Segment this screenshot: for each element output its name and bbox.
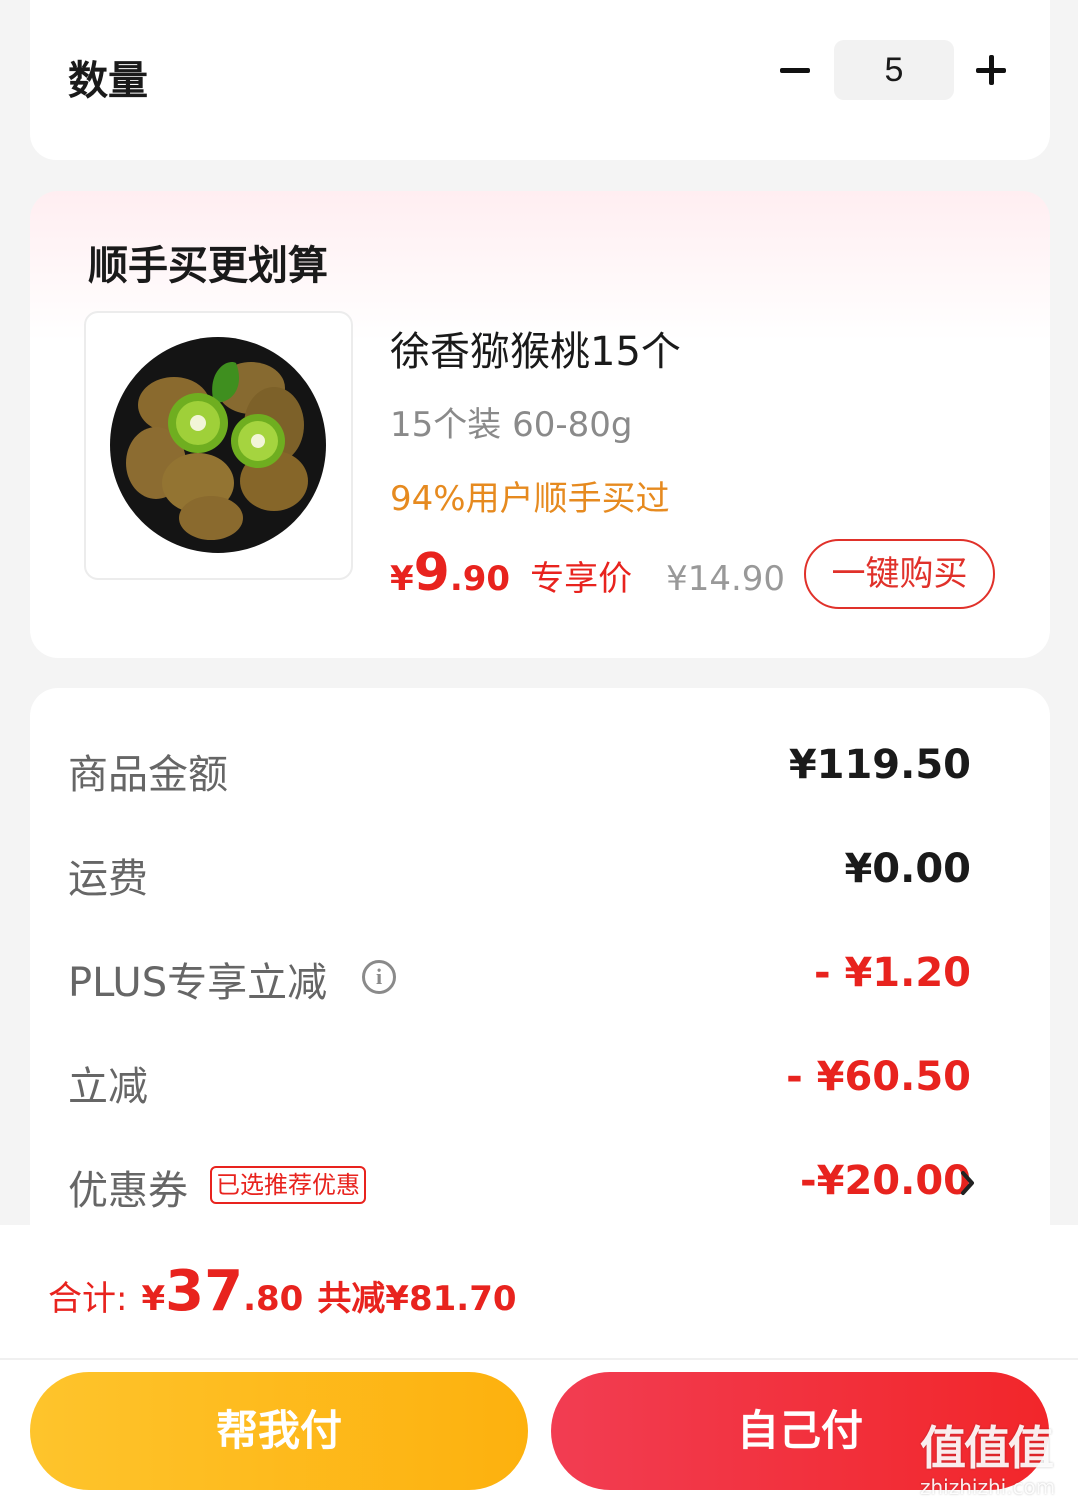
- quantity-value[interactable]: 5: [834, 40, 954, 100]
- total-saved: 共减¥81.70: [317, 1279, 517, 1319]
- quantity-label: 数量: [68, 58, 148, 104]
- watermark-main: 值值值: [920, 1421, 1054, 1475]
- price-row: ¥ 9 .90 专享价 ¥14.90: [390, 543, 785, 603]
- price-integer: 9: [413, 543, 450, 603]
- original-price: ¥14.90: [666, 559, 786, 599]
- watermark-url: zhizhizhi.com: [920, 1475, 1056, 1499]
- summary-row-goods: 商品金额 ¥119.50: [68, 742, 971, 802]
- total-row: 合计: ¥ 37 .80 共减¥81.70: [48, 1259, 517, 1324]
- summary-value: ¥119.50: [788, 742, 971, 788]
- social-proof: 94%用户顺手买过: [390, 479, 670, 519]
- summary-value: - ¥60.50: [786, 1054, 971, 1100]
- one-click-buy-button[interactable]: 一键购买: [804, 539, 995, 609]
- product-spec: 15个装 60-80g: [390, 405, 633, 445]
- summary-value: - ¥1.20: [813, 950, 971, 996]
- upsell-card: 顺手买更划算 徐香猕猴桃15个 15个装 60-80g 94%用户顺手买过 ¥ …: [30, 191, 1050, 658]
- chevron-right-icon[interactable]: [958, 1168, 978, 1198]
- info-icon[interactable]: i: [362, 960, 396, 994]
- minus-icon[interactable]: [778, 52, 814, 88]
- plus-icon[interactable]: [974, 52, 1010, 88]
- exclusive-price-tag: 专享价: [530, 559, 633, 599]
- summary-label: 运费: [68, 856, 148, 902]
- summary-label: 优惠券: [68, 1168, 188, 1214]
- kiwi-fruit-image: [110, 337, 326, 553]
- divider: [0, 1358, 1078, 1360]
- watermark-logo: 值值值 zhizhizhi.com: [920, 1420, 1070, 1504]
- order-summary-card: 商品金额 ¥119.50 运费 ¥0.00 PLUS专享立减 i - ¥1.20…: [30, 688, 1050, 1248]
- product-name[interactable]: 徐香猕猴桃15个: [390, 319, 681, 377]
- quantity-card: 数量 5: [30, 0, 1050, 160]
- checkout-page: 数量 5 顺手买更划算 徐香猕猴桃15个 15个装 60-80g 94%用户顺手…: [0, 0, 1078, 1508]
- summary-label: 商品金额: [68, 752, 228, 798]
- checkout-bar: 合计: ¥ 37 .80 共减¥81.70 帮我付 自己付: [0, 1225, 1078, 1508]
- coupon-badge: 已选推荐优惠: [210, 1166, 366, 1204]
- upsell-title: 顺手买更划算: [88, 243, 328, 289]
- summary-label: PLUS专享立减: [68, 960, 328, 1006]
- total-label: 合计:: [48, 1279, 128, 1319]
- total-currency: ¥: [141, 1279, 166, 1319]
- total-decimal: .80: [243, 1279, 304, 1319]
- product-image[interactable]: [84, 311, 353, 580]
- summary-value: -¥20.00: [800, 1158, 971, 1204]
- summary-row-discount: 立减 - ¥60.50: [68, 1054, 971, 1114]
- summary-row-plus: PLUS专享立减 i - ¥1.20: [68, 950, 971, 1010]
- summary-row-shipping: 运费 ¥0.00: [68, 846, 971, 906]
- price-decimal: .90: [449, 559, 511, 599]
- summary-label: 立减: [68, 1064, 148, 1110]
- price-currency: ¥: [390, 559, 414, 599]
- summary-value: ¥0.00: [844, 846, 971, 892]
- summary-row-coupon[interactable]: 优惠券 已选推荐优惠 -¥20.00: [68, 1158, 971, 1218]
- help-pay-button[interactable]: 帮我付: [30, 1372, 528, 1490]
- total-integer: 37: [165, 1259, 244, 1324]
